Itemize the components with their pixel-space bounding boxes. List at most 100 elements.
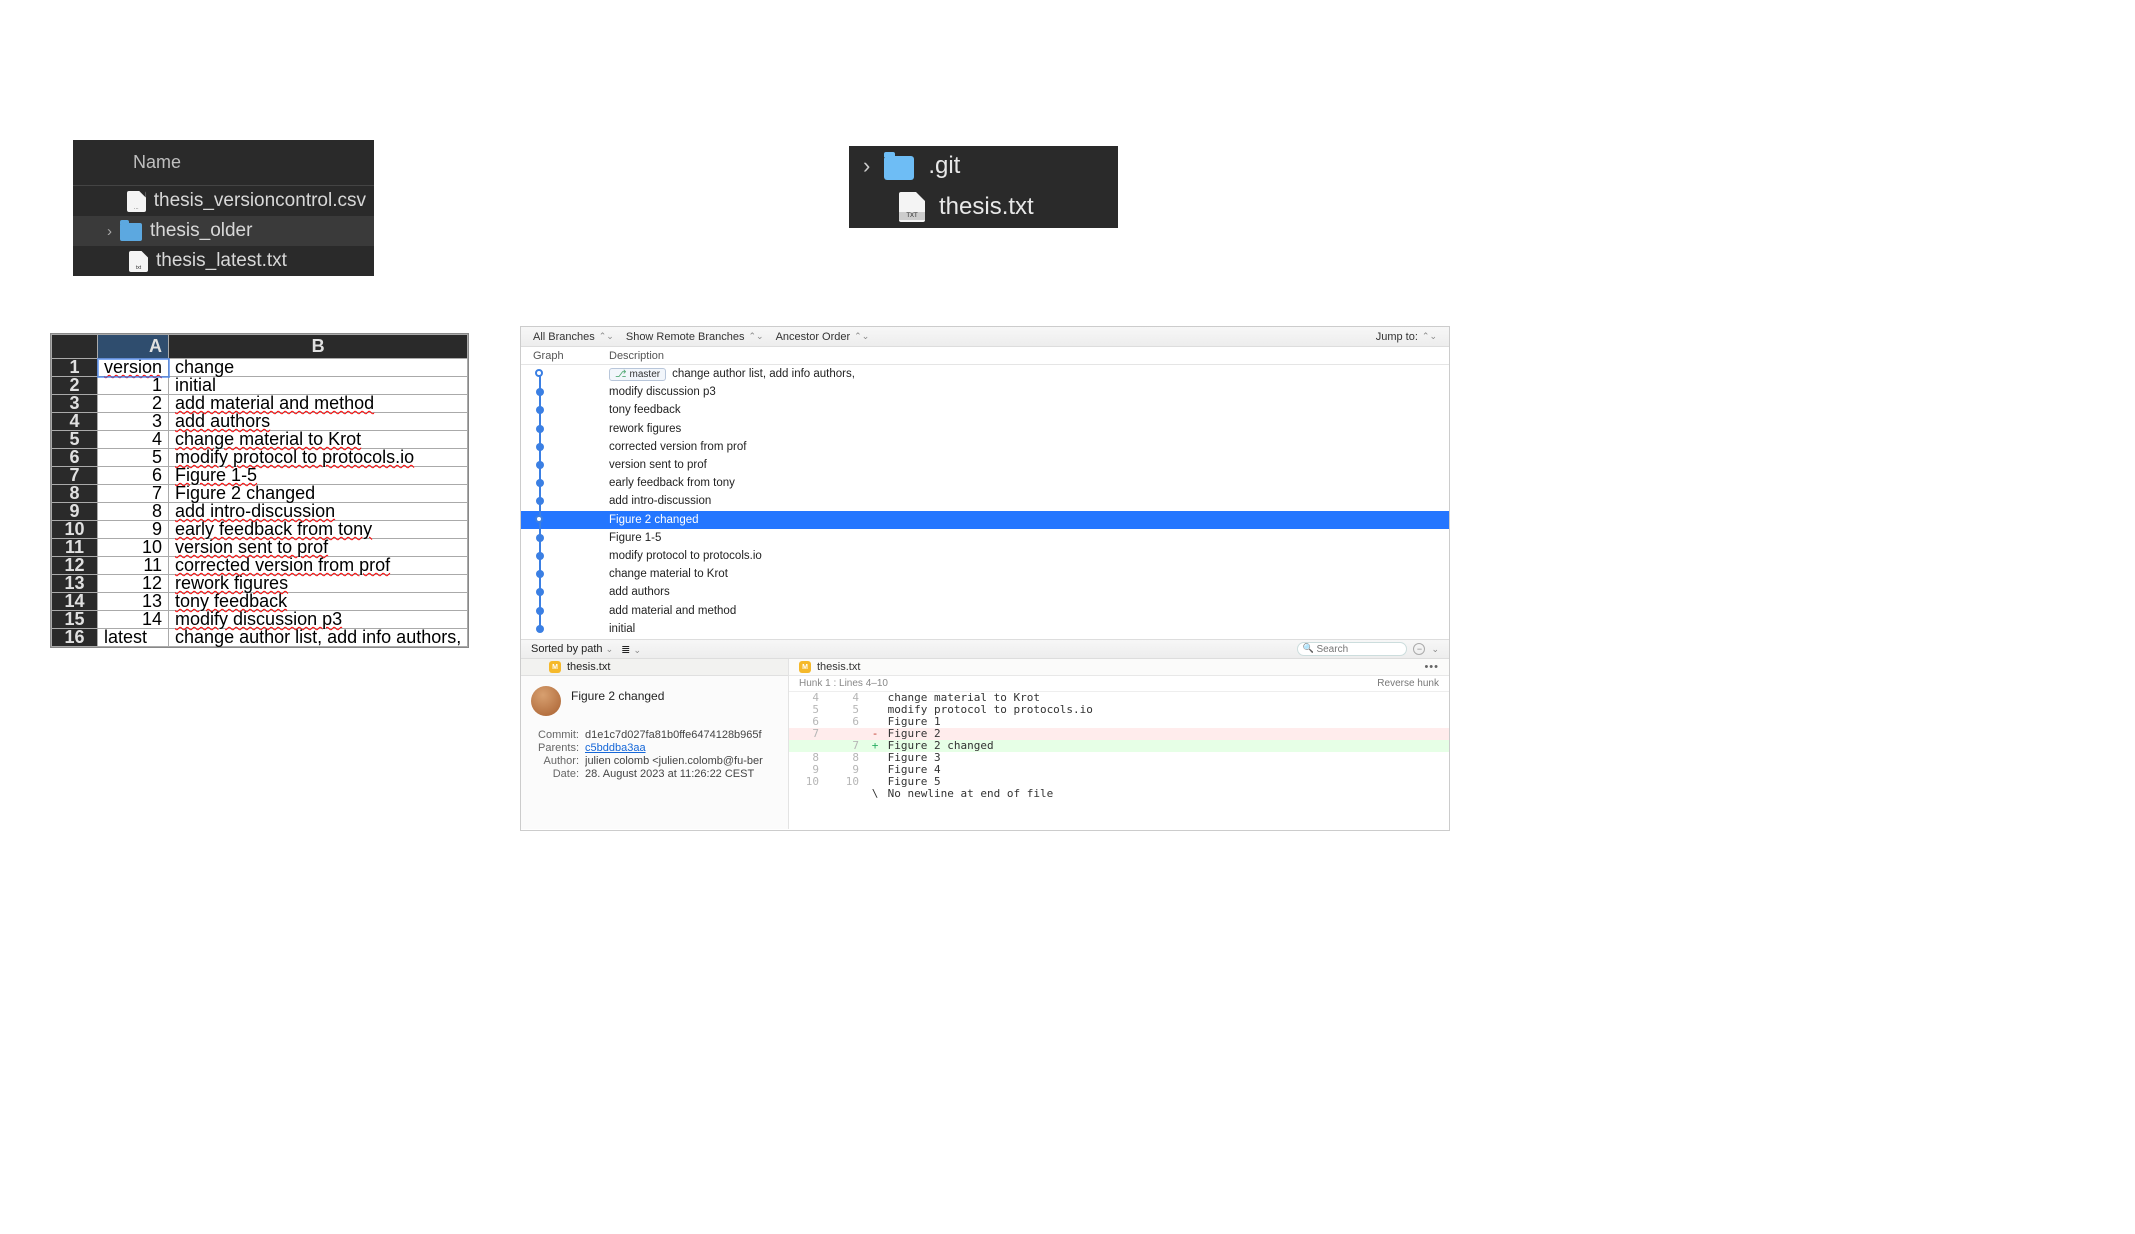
cell[interactable]: tony feedback	[169, 593, 468, 611]
cell[interactable]: 7	[98, 485, 169, 503]
chevron-right-icon[interactable]: ›	[863, 153, 870, 179]
cell[interactable]: Figure 1-5	[169, 467, 468, 485]
chevron-updown-icon[interactable]: ⌃⌄	[1422, 331, 1437, 342]
folder-row[interactable]: › thesis_older	[73, 216, 374, 246]
cell[interactable]: 3	[98, 413, 169, 431]
cell[interactable]: change material to Krot	[169, 431, 468, 449]
commit-row[interactable]: change material to Krot	[521, 565, 1449, 583]
commit-row[interactable]: initial	[521, 620, 1449, 638]
cell[interactable]: modify protocol to protocols.io	[169, 449, 468, 467]
commit-row[interactable]: tony feedback	[521, 401, 1449, 419]
graph-cell	[521, 383, 609, 401]
cell[interactable]: initial	[169, 377, 468, 395]
row-header[interactable]: 11	[52, 539, 98, 557]
row-header[interactable]: 13	[52, 575, 98, 593]
view-toggle-button[interactable]: ≣ ⌄	[621, 643, 641, 656]
table-row: 109early feedback from tony	[52, 521, 468, 539]
cell[interactable]: rework figures	[169, 575, 468, 593]
corner-cell[interactable]	[52, 335, 98, 359]
cell[interactable]: change	[169, 359, 468, 377]
row-header[interactable]: 1	[52, 359, 98, 377]
cell[interactable]: 13	[98, 593, 169, 611]
cell[interactable]: 9	[98, 521, 169, 539]
cell[interactable]: version sent to prof	[169, 539, 468, 557]
cell[interactable]: early feedback from tony	[169, 521, 468, 539]
row-header[interactable]: 2	[52, 377, 98, 395]
commit-row[interactable]: modify discussion p3	[521, 383, 1449, 401]
commit-row[interactable]: version sent to prof	[521, 456, 1449, 474]
branch-tag[interactable]: ⎇master	[609, 368, 666, 381]
commit-row[interactable]: add authors	[521, 583, 1449, 601]
cell[interactable]: add authors	[169, 413, 468, 431]
row-header[interactable]: 10	[52, 521, 98, 539]
row-header[interactable]: 3	[52, 395, 98, 413]
sort-dropdown[interactable]: Sorted by path ⌄	[531, 643, 613, 655]
row-header[interactable]: 16	[52, 629, 98, 647]
row-header[interactable]: 7	[52, 467, 98, 485]
cell[interactable]: 11	[98, 557, 169, 575]
row-header[interactable]: 14	[52, 593, 98, 611]
cell[interactable]: 8	[98, 503, 169, 521]
more-menu-button[interactable]: •••	[1424, 661, 1439, 673]
cell[interactable]: 12	[98, 575, 169, 593]
cell[interactable]: 1	[98, 377, 169, 395]
order-dropdown[interactable]: Ancestor Order ⌃⌄	[776, 331, 870, 343]
row-header[interactable]: 5	[52, 431, 98, 449]
diff-panel: M thesis.txt ••• Hunk 1 : Lines 4–10 Rev…	[789, 659, 1449, 829]
commit-row[interactable]: modify protocol to protocols.io	[521, 547, 1449, 565]
cell[interactable]: add material and method	[169, 395, 468, 413]
file-row[interactable]: TXT thesis.txt	[849, 186, 1118, 228]
commit-row[interactable]: Figure 1-5	[521, 529, 1449, 547]
cell[interactable]: 5	[98, 449, 169, 467]
commit-row[interactable]: corrected version from prof	[521, 438, 1449, 456]
commit-row[interactable]: add material and method	[521, 601, 1449, 619]
commit-row[interactable]: rework figures	[521, 420, 1449, 438]
commit-description: initial	[609, 623, 1449, 635]
folder-row[interactable]: › .git	[849, 146, 1118, 186]
row-header[interactable]: 4	[52, 413, 98, 431]
cell[interactable]: add intro-discussion	[169, 503, 468, 521]
column-header-name[interactable]: Name	[73, 140, 374, 186]
cell[interactable]: Figure 2 changed	[169, 485, 468, 503]
new-line-number: 8	[829, 752, 869, 764]
branch-filter-dropdown[interactable]: All Branches ⌃⌄	[533, 331, 614, 343]
chevron-down-icon[interactable]: ⌄	[1431, 644, 1439, 655]
reverse-hunk-button[interactable]: Reverse hunk	[1377, 678, 1439, 689]
folder-icon	[884, 156, 914, 180]
cell[interactable]: latest	[98, 629, 169, 647]
cell[interactable]: 14	[98, 611, 169, 629]
cell[interactable]: 10	[98, 539, 169, 557]
remote-toggle-dropdown[interactable]: Show Remote Branches ⌃⌄	[626, 331, 764, 343]
commit-row[interactable]: early feedback from tony	[521, 474, 1449, 492]
old-line-number: 10	[789, 776, 829, 788]
file-row[interactable]: txt thesis_latest.txt	[73, 246, 374, 276]
col-header-b[interactable]: B	[169, 335, 468, 359]
row-header[interactable]: 6	[52, 449, 98, 467]
changed-file-row[interactable]: M thesis.txt	[521, 659, 788, 676]
col-header-a[interactable]: A	[98, 335, 169, 359]
file-name: thesis.txt	[939, 193, 1034, 221]
commit-description: rework figures	[609, 423, 1449, 435]
commit-row[interactable]: ⎇masterchange author list, add info auth…	[521, 365, 1449, 383]
collapse-button[interactable]: −	[1413, 643, 1425, 655]
chevron-right-icon[interactable]: ›	[107, 223, 112, 240]
folder-name: .git	[928, 152, 960, 180]
cell[interactable]: change author list, add info authors,	[169, 629, 468, 647]
cell[interactable]: 2	[98, 395, 169, 413]
commit-row[interactable]: add intro-discussion	[521, 492, 1449, 510]
cell[interactable]: 6	[98, 467, 169, 485]
commit-row[interactable]: Figure 2 changed	[521, 511, 1449, 529]
new-line-number	[829, 728, 869, 740]
row-header[interactable]: 12	[52, 557, 98, 575]
cell[interactable]: corrected version from prof	[169, 557, 468, 575]
modified-badge-icon: M	[799, 661, 811, 673]
cell[interactable]: version	[98, 359, 169, 377]
row-header[interactable]: 8	[52, 485, 98, 503]
cell[interactable]: modify discussion p3	[169, 611, 468, 629]
graph-cell	[521, 438, 609, 456]
file-row[interactable]: … thesis_versioncontrol.csv	[73, 186, 374, 216]
row-header[interactable]: 15	[52, 611, 98, 629]
parent-commit-link[interactable]: c5bddba3aa	[585, 742, 646, 754]
cell[interactable]: 4	[98, 431, 169, 449]
row-header[interactable]: 9	[52, 503, 98, 521]
